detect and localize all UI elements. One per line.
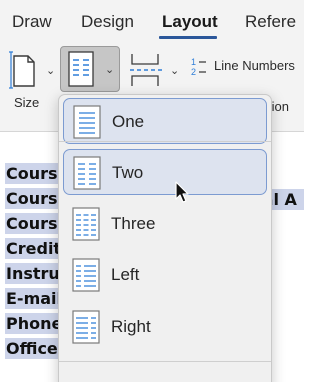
columns-icon (68, 51, 94, 87)
columns-option-right[interactable]: Right (63, 304, 267, 350)
breaks-icon (130, 54, 162, 86)
ribbon-tab-bar: Draw Design Layout Refere (0, 0, 304, 44)
columns-option-one[interactable]: One (63, 98, 267, 144)
columns-chevron-down-icon: ⌄ (105, 64, 115, 76)
document-line: Course (5, 163, 63, 184)
document-line: E-mail: (5, 288, 63, 309)
document-line: Instruc (5, 263, 63, 284)
columns-three-icon (72, 207, 100, 241)
document-line: Course (5, 188, 63, 209)
columns-two-icon (73, 156, 101, 190)
columns-option-label: Two (112, 163, 144, 182)
size-label: Size (14, 95, 40, 110)
size-chevron-down-icon[interactable]: ⌄ (46, 64, 55, 77)
document-line: Office (5, 338, 63, 359)
tab-references[interactable]: Refere (245, 12, 296, 32)
breaks-button[interactable] (128, 50, 164, 90)
line-numbers-icon: 1 2 (191, 57, 206, 77)
svg-text:2: 2 (191, 67, 196, 77)
menu-divider (59, 361, 271, 362)
tab-draw[interactable]: Draw (12, 12, 52, 32)
columns-option-label: Left (111, 265, 140, 284)
document-line: Credit (5, 238, 63, 259)
columns-right-icon (72, 310, 100, 344)
columns-option-label: Three (111, 214, 156, 233)
columns-dropdown-menu: One Two Three Left Right (58, 94, 272, 382)
tab-design[interactable]: Design (81, 12, 134, 32)
breaks-chevron-down-icon[interactable]: ⌄ (170, 64, 179, 77)
line-numbers-label: Line Numbers (214, 58, 295, 73)
columns-one-icon (73, 105, 101, 139)
line-numbers-button[interactable]: 1 2 Line Numbers (190, 56, 304, 78)
tab-layout[interactable]: Layout (162, 12, 218, 32)
svg-text:1: 1 (191, 57, 196, 67)
columns-option-label: One (112, 112, 145, 131)
page-size-icon (9, 51, 35, 89)
active-tab-indicator (159, 36, 217, 39)
size-button[interactable] (8, 50, 38, 90)
columns-option-two[interactable]: Two (63, 149, 267, 195)
columns-button[interactable]: ⌄ (60, 46, 120, 92)
columns-option-left[interactable]: Left (63, 252, 267, 298)
columns-left-icon (72, 258, 100, 292)
menu-divider (59, 141, 271, 142)
columns-option-three[interactable]: Three (63, 201, 267, 247)
columns-option-label: Right (111, 317, 151, 336)
mouse-pointer-icon (175, 181, 189, 203)
document-line: Phone (5, 313, 63, 334)
document-line: Course (5, 213, 63, 234)
